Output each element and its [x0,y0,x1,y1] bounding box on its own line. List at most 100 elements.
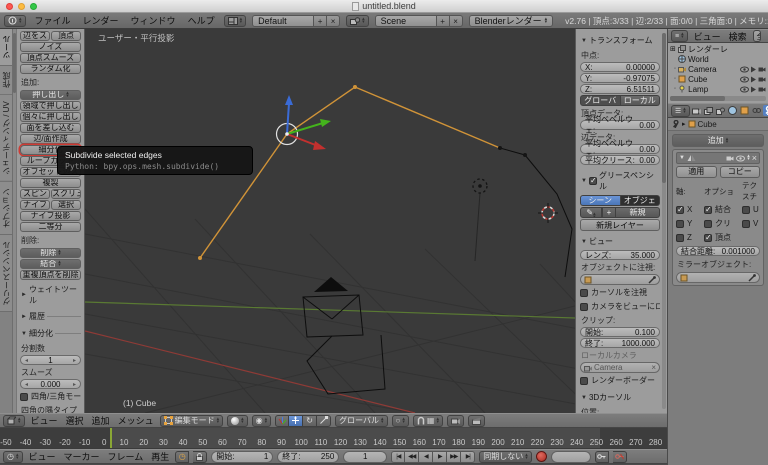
add-scene-button[interactable]: + [436,14,450,27]
number-of-cuts-slider[interactable]: ◂ 1 ▸ [20,355,81,365]
viewport-shading-dropdown[interactable]: ▴ ▾ [227,414,248,427]
outliner-menu-search[interactable]: 検索 [727,30,749,42]
apply-modifier-button[interactable]: 適用 [676,166,717,178]
opengl-render-still-button[interactable] [446,414,464,427]
add-modifier-dropdown[interactable]: 追加 ▴ ▾ [672,134,764,147]
menu-help[interactable]: ヘルプ [185,14,218,27]
outliner-row-cube[interactable]: ◦ Cube [670,74,766,84]
selectability-arrow-icon[interactable] [750,76,757,83]
orientation-dropdown[interactable]: グローバル ▴ ▾ [335,414,388,427]
lens-field[interactable]: レンズ: 35.000 [580,250,660,260]
grease-object-toggle[interactable]: オブジェクト [620,195,660,206]
timeline-menu-marker[interactable]: マーカー [62,450,102,463]
move-modifier-arrows[interactable]: ▴ ▾ [747,154,750,162]
local-camera-field[interactable]: Camera × [580,362,660,373]
quad-tri-mode-checkbox[interactable]: 四角/三角モード [20,390,81,403]
tool-shelf-tab[interactable]: シェーディング / UV [0,95,12,182]
expander-icon[interactable]: ⊞ [670,45,676,53]
mirror-object-field[interactable] [676,272,760,283]
eye-toggle-icon[interactable] [736,155,746,162]
subdivide-operator-panel-header[interactable]: ▼ 細分化 [20,324,81,341]
render-toggle-icon[interactable] [726,155,734,162]
keying-set-field[interactable] [550,450,591,463]
median-z-field[interactable]: Z: 6.51511 [580,84,660,94]
editor-type-timeline-button[interactable]: ◷ ▴ ▾ [3,450,23,463]
mean-crease-field[interactable]: 平均クリース: 0.00 [580,155,660,165]
snap-dropdown[interactable]: ▦ ▴ ▾ [412,414,443,427]
spin-button[interactable]: スピン [20,189,50,199]
translate-manipulator-toggle[interactable] [289,414,304,427]
clear-camera-icon[interactable]: × [651,363,656,372]
jump-to-start-button[interactable]: |◀ [391,450,406,463]
editor-type-properties-button[interactable]: ☰ ▴ ▾ [671,104,690,117]
local-toggle[interactable]: ローカル [620,95,660,106]
viewport-menu-add[interactable]: 追加 [90,414,112,427]
viewport-menu-select[interactable]: 選択 [64,414,86,427]
menu-file[interactable]: ファイル [32,14,74,27]
extrude-region-button[interactable]: 領域で押し出し [20,101,81,111]
delete-keyframe-key-icon[interactable] [612,450,627,463]
clip-start-field[interactable]: 開始: 0.100 [580,327,660,337]
timeline-ruler[interactable]: -50 -40 -30 -20 -10 0 10 20 30 40 50 60 70 80 90 100 110… [0,428,667,449]
axis-z-checkbox[interactable]: Z [676,232,702,243]
draw-pencil-icon[interactable]: ✎ ▴ ▾ [580,207,602,218]
new-layer-button[interactable]: 新規レイヤー [580,219,660,231]
delete-modifier-icon[interactable]: × [752,153,757,163]
screen-layout-icon[interactable]: ▴ ▾ [223,14,247,27]
clip-end-field[interactable]: 終了: 1000.000 [580,338,660,348]
renderability-camera-icon[interactable] [758,76,766,83]
screw-button[interactable]: スクリュ [51,189,81,199]
editor-type-3dview-button[interactable]: ▴ ▾ [3,414,25,427]
tool-shelf-tab[interactable]: 作成 [0,66,12,95]
grease-new-button[interactable]: 新規 [616,207,660,218]
visibility-eye-icon[interactable] [740,66,749,73]
tool-shelf-tab[interactable]: グリースペンシル [0,234,12,312]
av-sync-dropdown[interactable]: 同期しない ▴ ▾ [479,450,532,463]
duplicate-button[interactable]: 複製 [20,178,81,188]
close-layout-button[interactable]: × [327,14,341,27]
inset-faces-button[interactable]: 面を差し込む [20,123,81,133]
tab-constraints-icon[interactable] [751,105,762,116]
knife-project-button[interactable]: ナイフ投影 [20,211,81,221]
extrude-individual-button[interactable]: 個々に押し出し [20,112,81,122]
scene-selector[interactable]: Scene + × [374,14,463,27]
insert-keyframe-key-icon[interactable] [594,450,609,463]
selectability-arrow-icon[interactable] [750,66,757,73]
scene-value[interactable]: Scene [374,14,437,27]
npanel-scrollbar[interactable] [662,33,666,409]
smoothness-slider[interactable]: ◂ 0.000 ▸ [20,379,81,389]
clipping-checkbox[interactable]: クリ [704,217,740,230]
axis-y-checkbox[interactable]: Y [676,218,702,229]
rotate-manipulator-toggle[interactable]: ↻ [303,414,318,427]
extrude-menu-button[interactable]: 押し出し ▴ ▾ [20,90,81,100]
tab-scene-icon[interactable] [715,105,726,116]
add-layout-button[interactable]: + [314,14,328,27]
delete-menu-button[interactable]: 削除 ▴ ▾ [20,248,81,258]
editor-type-info-button[interactable]: ▴ ▾ [4,14,26,27]
median-x-field[interactable]: X: 0.00000 [580,62,660,72]
jump-to-end-button[interactable]: ▶| [461,450,476,463]
visibility-eye-icon[interactable] [740,76,749,83]
opengl-render-anim-button[interactable] [467,414,485,427]
timeline-menu-view[interactable]: ビュー [27,450,58,463]
prev-keyframe-button[interactable]: ◀◀ [405,450,420,463]
tab-modifiers-wrench-icon[interactable] [762,105,768,116]
mode-dropdown[interactable]: 編集モード ▴ ▾ [159,414,224,427]
close-scene-button[interactable]: × [449,14,463,27]
frame-end-field[interactable]: 終了: 250 [277,450,340,463]
visibility-eye-icon[interactable] [740,86,749,93]
merge-menu-button[interactable]: 結合 ▴ ▾ [20,259,81,269]
menu-window[interactable]: ウィンドウ [128,14,179,27]
median-y-field[interactable]: Y: -0.97075 [580,73,660,83]
frame-start-field[interactable]: 開始: 1 [211,450,274,463]
outliner-menu-view[interactable]: ビュー [692,30,723,42]
editor-type-outliner-button[interactable]: ≡ ▴ ▾ [671,30,688,42]
viewport-menu-mesh[interactable]: メッシュ [116,414,156,427]
viewport-menu-view[interactable]: ビュー [29,414,60,427]
screen-layout-value[interactable]: Default [252,14,315,27]
noise-button[interactable]: ノイズ [20,42,81,52]
selectability-arrow-icon[interactable] [750,86,757,93]
lock-time-icon[interactable] [193,450,208,463]
pivot-point-dropdown[interactable]: ◉ ▴ ▾ [251,414,272,427]
knife-select-button[interactable]: 選択 [51,200,81,210]
